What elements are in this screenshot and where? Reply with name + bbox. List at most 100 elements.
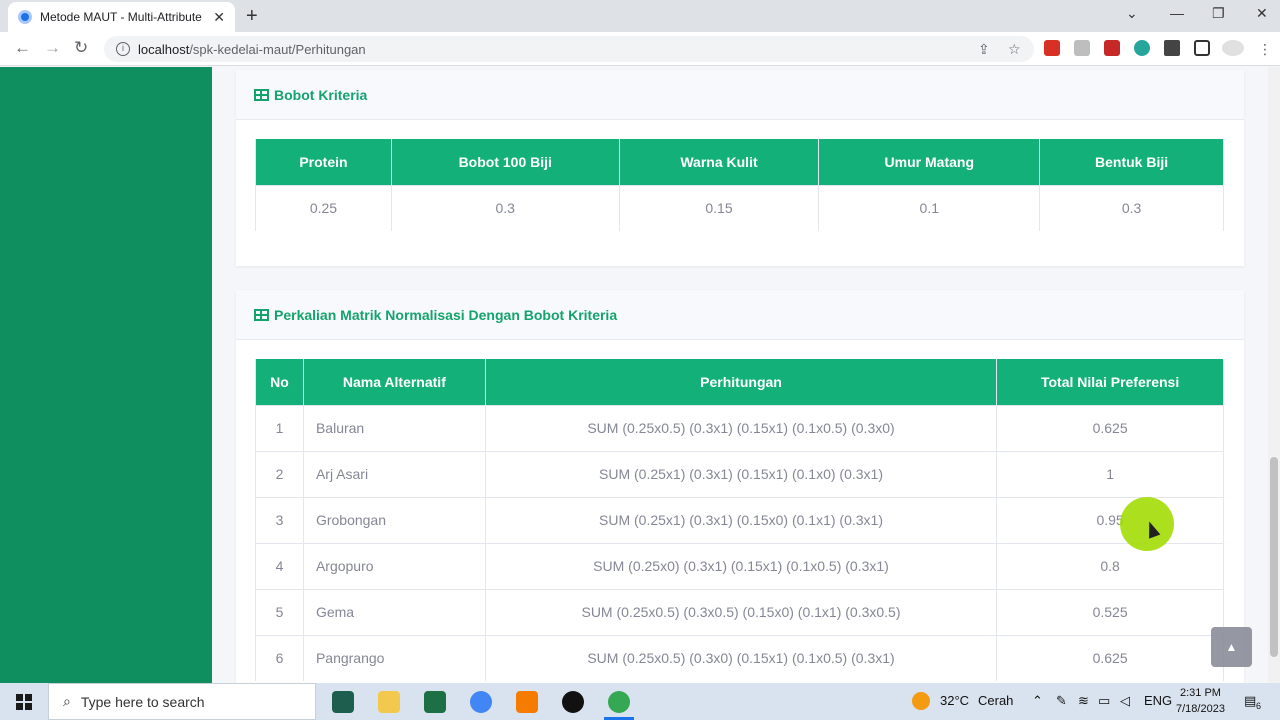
bookmark-star-icon[interactable]: ☆ (1008, 41, 1021, 58)
url-field[interactable]: i localhost/spk-kedelai-maut/Perhitungan (104, 36, 1034, 62)
row-number: 4 (255, 542, 304, 589)
volume-icon[interactable]: ◁ (1120, 693, 1130, 709)
url-host: localhost (138, 41, 190, 57)
column-header: No (255, 359, 304, 405)
profile-avatar[interactable] (1222, 40, 1244, 56)
bobot-kriteria-card: Bobot Kriteria Protein Bobot 100 Biji Wa… (236, 70, 1244, 266)
column-header: Total Nilai Preferensi (996, 359, 1224, 405)
chrome-active-icon[interactable] (608, 691, 630, 713)
weather-desc[interactable]: Cerah (978, 693, 1013, 708)
perhitungan-cell: SUM (0.25x0.5) (0.3x0) (0.15x1) (0.1x0.5… (485, 634, 998, 681)
perhitungan-cell: SUM (0.25x1) (0.3x1) (0.15x1) (0.1x0) (0… (485, 450, 998, 497)
card-header: Perkalian Matrik Normalisasi Dengan Bobo… (236, 290, 1244, 340)
perhitungan-cell: SUM (0.25x0) (0.3x1) (0.15x1) (0.1x0.5) … (485, 542, 998, 589)
xampp-icon[interactable] (516, 691, 538, 713)
excel-icon[interactable] (424, 691, 446, 713)
alternatif-name: Argopuro (303, 542, 486, 589)
table-icon (254, 308, 269, 321)
sidepanel-icon[interactable] (1194, 40, 1210, 56)
tab-title: Metode MAUT - Multi-Attribute (40, 10, 202, 24)
alternatif-name: Arj Asari (303, 450, 486, 497)
scrollbar-thumb[interactable] (1270, 457, 1278, 657)
notification-icon[interactable]: ▤ (1244, 693, 1256, 709)
share-icon[interactable]: ⇪ (978, 41, 990, 58)
extension-gray-icon[interactable] (1074, 40, 1090, 56)
main-content: Bobot Kriteria Protein Bobot 100 Biji Wa… (212, 67, 1268, 683)
total-cell: 0.95 (996, 496, 1224, 543)
page-scrollbar[interactable] (1268, 67, 1280, 683)
language-indicator[interactable]: ENG (1144, 693, 1172, 708)
tray-chevron-icon[interactable]: ⌃ (1032, 693, 1043, 709)
tab-close-icon[interactable]: ✕ (213, 9, 225, 26)
power-icon[interactable]: ▭ (1098, 693, 1110, 709)
code-extension-icon[interactable] (1134, 40, 1150, 56)
minimize-icon[interactable]: — (1170, 5, 1184, 21)
scroll-to-top-button[interactable]: ▲ (1211, 627, 1252, 667)
chrome-icon[interactable] (470, 691, 492, 713)
new-tab-button[interactable]: + (246, 5, 258, 28)
table-row: 1 Baluran SUM (0.25x0.5) (0.3x1) (0.15x1… (255, 404, 1224, 451)
clock-time: 2:31 PM (1179, 687, 1221, 699)
weather-icon[interactable] (912, 692, 930, 710)
column-header: Bentuk Biji (1039, 139, 1224, 185)
bobot-table: Protein Bobot 100 Biji Warna Kulit Umur … (255, 139, 1224, 231)
pen-icon[interactable]: ✎ (1056, 693, 1067, 709)
perkalian-table: No Nama Alternatif Perhitungan Total Nil… (255, 359, 1224, 681)
url-path: /spk-kedelai-maut/Perhitungan (189, 41, 366, 57)
wifi-icon[interactable]: ≋ (1078, 693, 1089, 709)
taskbar-search-box[interactable]: ⌕ Type here to search (48, 683, 316, 720)
column-header: Warna Kulit (619, 139, 820, 185)
total-cell: 1 (996, 450, 1224, 497)
window-close-icon[interactable]: ✕ (1256, 5, 1268, 22)
column-header: Protein (255, 139, 392, 185)
taskbar-clock[interactable]: 2:31 PM 7/18/2023 (1176, 685, 1225, 717)
back-arrow-icon[interactable]: ← (14, 38, 31, 58)
row-number: 3 (255, 496, 304, 543)
perhitungan-cell: SUM (0.25x0.5) (0.3x0.5) (0.15x0) (0.1x1… (485, 588, 998, 635)
table-icon (254, 88, 269, 101)
pdf-extension-icon[interactable] (1104, 40, 1120, 56)
perhitungan-cell: SUM (0.25x1) (0.3x1) (0.15x0) (0.1x1) (0… (485, 496, 998, 543)
column-header: Perhitungan (485, 359, 998, 405)
extension-red-icon[interactable] (1044, 40, 1060, 56)
browser-menu-icon[interactable]: ⋮ (1258, 41, 1272, 58)
extensions-puzzle-icon[interactable] (1164, 40, 1180, 56)
card-header: Bobot Kriteria (236, 70, 1244, 120)
table-row: 3 Grobongan SUM (0.25x1) (0.3x1) (0.15x0… (255, 496, 1224, 543)
forward-arrow-icon[interactable]: → (44, 38, 61, 58)
reload-icon[interactable]: ↻ (74, 38, 88, 58)
card-title: Perkalian Matrik Normalisasi Dengan Bobo… (274, 306, 618, 323)
file-explorer-icon[interactable] (378, 691, 400, 713)
total-cell: 0.8 (996, 542, 1224, 589)
taskbar-app-icon[interactable] (332, 691, 354, 713)
table-row: 4 Argopuro SUM (0.25x0) (0.3x1) (0.15x1)… (255, 542, 1224, 589)
tab-search-chevron-icon[interactable]: ⌄ (1126, 5, 1138, 22)
browser-tabbar: Metode MAUT - Multi-Attribute ✕ + ⌄ — ❐ … (0, 0, 1280, 32)
perkalian-matrik-card: Perkalian Matrik Normalisasi Dengan Bobo… (236, 290, 1244, 683)
table-cell: 0.1 (818, 184, 1041, 231)
table-row: 5 Gema SUM (0.25x0.5) (0.3x0.5) (0.15x0)… (255, 588, 1224, 635)
browser-tab[interactable]: Metode MAUT - Multi-Attribute ✕ (8, 2, 235, 32)
alternatif-name: Grobongan (303, 496, 486, 543)
app-sidebar (0, 67, 212, 683)
total-cell: 0.625 (996, 634, 1224, 681)
column-header: Nama Alternatif (303, 359, 486, 405)
alternatif-name: Pangrango (303, 634, 486, 681)
windows-start-icon[interactable] (16, 694, 32, 710)
column-header: Umur Matang (818, 139, 1041, 185)
site-favicon-icon (18, 10, 32, 24)
clock-date: 7/18/2023 (1176, 703, 1225, 715)
table-cell: 0.25 (255, 184, 392, 231)
row-number: 5 (255, 588, 304, 635)
table-row: 0.25 0.3 0.15 0.1 0.3 (255, 184, 1224, 231)
table-cell: 0.15 (619, 184, 820, 231)
weather-temp[interactable]: 32°C (940, 693, 969, 708)
table-row: 2 Arj Asari SUM (0.25x1) (0.3x1) (0.15x1… (255, 450, 1224, 497)
recorder-icon[interactable] (562, 691, 584, 713)
site-info-icon[interactable]: i (116, 42, 130, 56)
row-number: 6 (255, 634, 304, 681)
maximize-icon[interactable]: ❐ (1212, 5, 1225, 22)
windows-taskbar: ⌕ Type here to search 32°C Cerah ⌃ ✎ ≋ ▭… (0, 683, 1280, 720)
alternatif-name: Baluran (303, 404, 486, 451)
table-row: 6 Pangrango SUM (0.25x0.5) (0.3x0) (0.15… (255, 634, 1224, 681)
